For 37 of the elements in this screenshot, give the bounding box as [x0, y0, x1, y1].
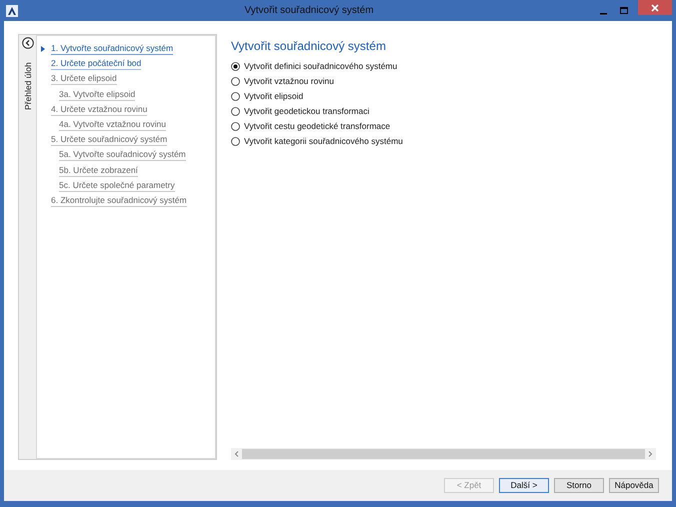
panel-tab-label[interactable]: Přehled úloh — [22, 62, 34, 110]
step-link[interactable]: 5. Určete souřadnicový systém — [51, 133, 168, 146]
radio-label: Vytvořit definici souřadnicového systému — [244, 60, 398, 73]
scroll-left-icon[interactable] — [234, 451, 239, 457]
radio-label: Vytvořit cestu geodetické transformace — [244, 120, 390, 133]
step-link[interactable]: 4a. Vytvořte vztažnou rovinu — [59, 118, 166, 132]
close-icon — [651, 4, 659, 12]
radio-button[interactable] — [231, 77, 240, 86]
radio-button[interactable] — [231, 137, 240, 146]
horizontal-scrollbar[interactable] — [231, 448, 656, 460]
page-heading: Vytvořit souřadnicový systém — [231, 38, 387, 55]
radio-label: Vytvořit kategorii souřadnicového systému — [244, 135, 403, 148]
step-link[interactable]: 4. Určete vztažnou rovinu — [51, 102, 148, 116]
step-link[interactable]: 2. Určete počáteční bod — [51, 57, 142, 70]
step-link[interactable]: 3a. Vytvořte elipsoid — [59, 88, 136, 101]
close-button[interactable] — [638, 0, 672, 15]
radio-label: Vytvořit geodetickou transformaci — [244, 105, 370, 118]
radio-button[interactable] — [231, 122, 240, 131]
step-link[interactable]: 1. Vytvořte souřadnicový systém — [51, 42, 174, 56]
window-title: Vytvořit souřadnicový systém — [243, 4, 375, 18]
step-link[interactable]: 5a. Vytvořte souřadnicový systém — [59, 148, 186, 162]
app-logo-icon — [6, 4, 18, 16]
radio-button[interactable] — [231, 62, 240, 71]
step-link[interactable]: 6. Zkontrolujte souřadnicový systém — [51, 194, 187, 207]
dialog-button[interactable]: Další > — [499, 478, 549, 493]
dialog-button[interactable]: Storno — [554, 478, 604, 493]
scroll-right-icon[interactable] — [648, 451, 653, 457]
radio-button[interactable] — [231, 92, 240, 101]
collapse-icon[interactable] — [22, 37, 34, 49]
step-link[interactable]: 3. Určete elipsoid — [51, 72, 117, 86]
dialog-button[interactable]: Nápověda — [609, 478, 659, 493]
radio-label: Vytvořit vztažnou rovinu — [244, 75, 334, 88]
maximize-icon[interactable] — [620, 7, 628, 14]
step-link[interactable]: 5b. Určete zobrazení — [59, 164, 138, 177]
radio-label: Vytvořit elipsoid — [244, 90, 304, 103]
radio-button[interactable] — [231, 107, 240, 116]
step-link[interactable]: 5c. Určete společné parametry — [59, 178, 175, 192]
